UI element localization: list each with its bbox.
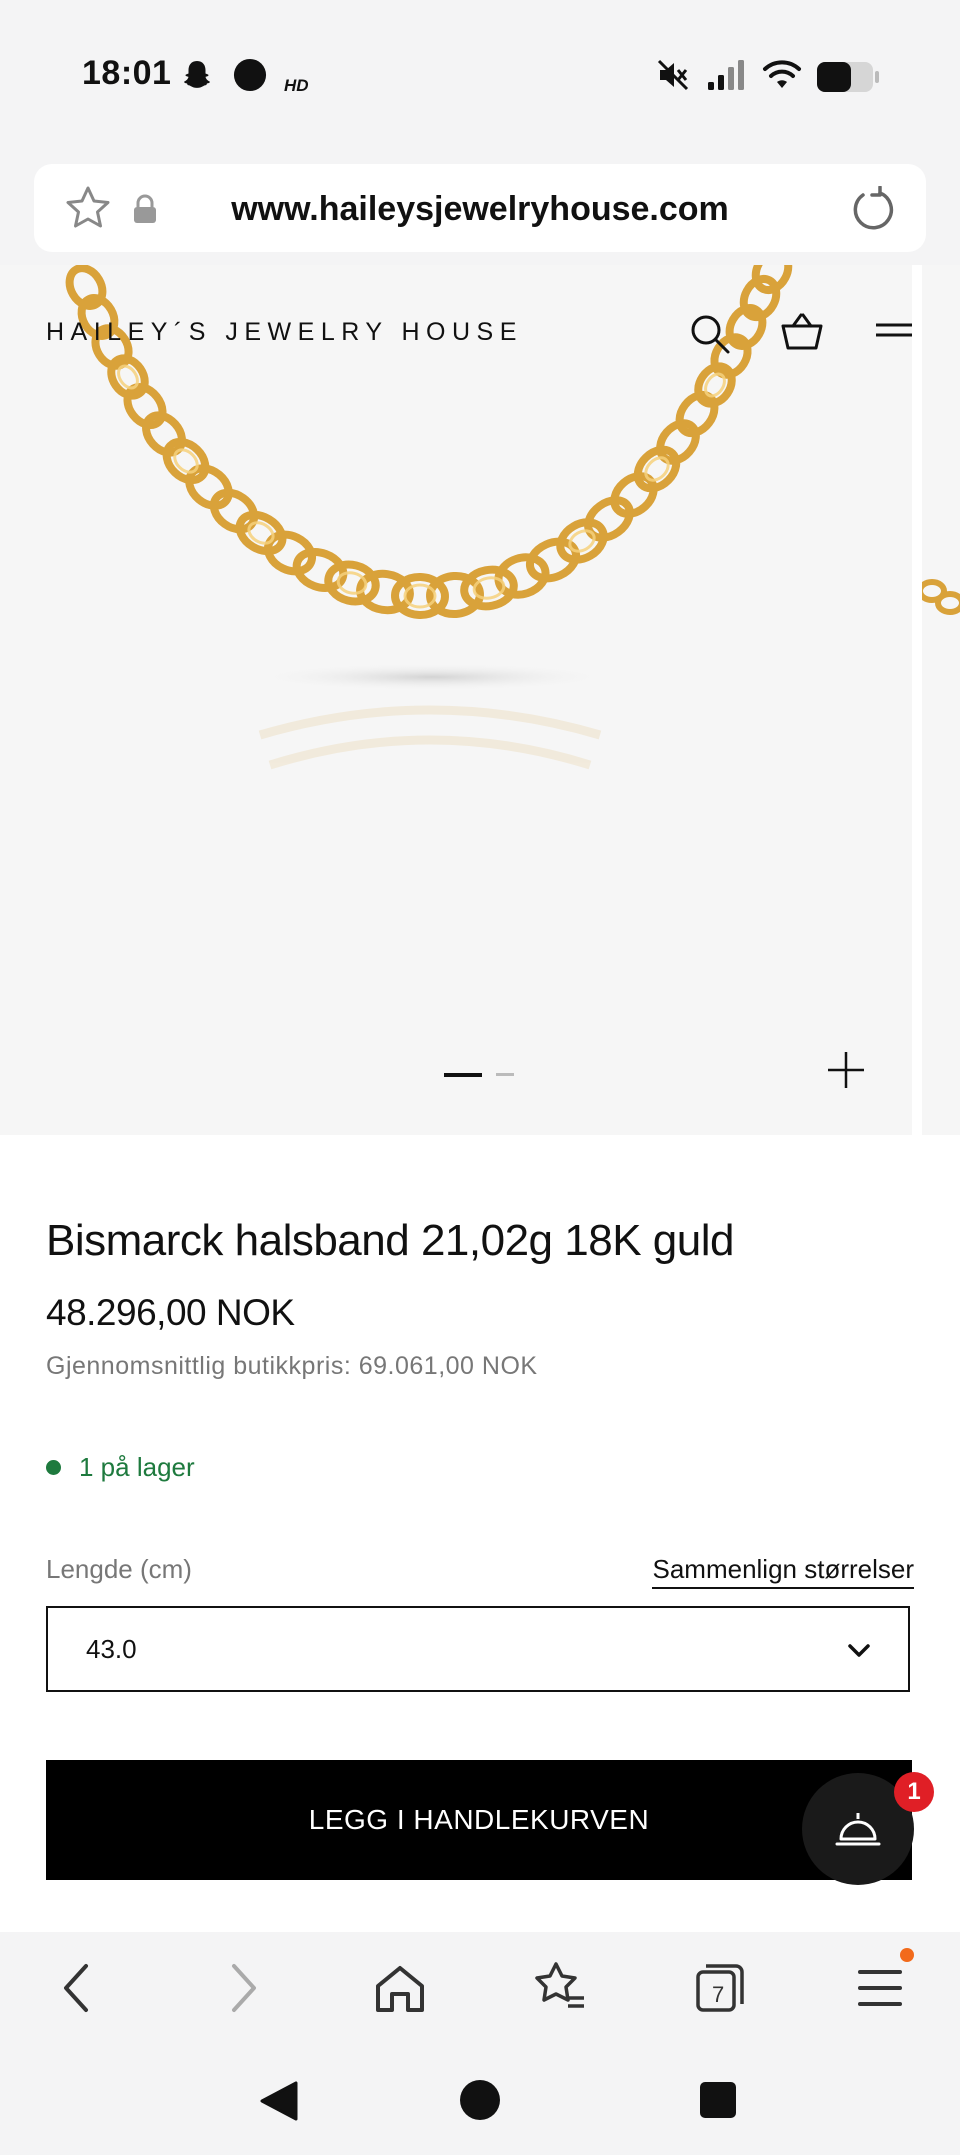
url-bar[interactable]: www.haileysjewelryhouse.com [34,164,926,252]
zoom-plus-icon[interactable] [826,1050,866,1090]
tab-count: 7 [712,1982,725,2007]
battery-icon [817,62,879,92]
stock-status: 1 på lager [46,1452,195,1483]
system-back-icon[interactable] [258,2080,300,2122]
next-image-peek[interactable] [922,265,960,1135]
next-chain-image [922,579,960,615]
product-title: Bismarck halsband 21,02g 18K guld [46,1216,734,1265]
snapchat-icon [184,61,210,88]
svg-text:HD: HD [284,76,309,95]
stock-dot-icon [46,1459,61,1475]
circle-icon [233,58,267,92]
mute-icon [657,59,689,91]
system-home-icon[interactable] [458,2078,502,2122]
product-image-gallery[interactable] [0,265,912,1135]
browser-menu-icon[interactable] [852,1960,908,2016]
compare-sizes-link[interactable]: Sammenlign størrelser [652,1554,914,1589]
browser-bottom-bar: 7 [0,1932,960,2042]
gold-chain-necklace-image [65,265,793,770]
length-label: Lengde (cm) [46,1554,192,1584]
average-store-price: Gjennomsnittlig butikkpris: 69.061,00 NO… [46,1352,538,1380]
home-icon[interactable] [372,1960,428,2016]
status-bar: 18:01 HD [0,0,960,150]
product-price: 48.296,00 NOK [46,1292,295,1333]
hd-icon: HD [284,76,309,95]
gallery-dot[interactable] [496,1073,514,1076]
back-icon[interactable] [50,1960,106,2016]
search-icon[interactable] [688,312,732,356]
browser-toolbar: www.haileysjewelryhouse.com [0,150,960,265]
basket-icon[interactable] [780,312,824,352]
site-logo[interactable]: HAILEY´S JEWELRY HOUSE [46,318,523,347]
bookmarks-icon[interactable] [532,1960,588,2016]
service-bell-icon [835,1813,881,1846]
add-to-cart-button[interactable]: LEGG I HANDLEKURVEN [46,1760,912,1880]
wifi-icon [763,60,801,88]
forward-icon[interactable] [214,1960,270,2016]
signal-icon [708,60,744,90]
reload-icon[interactable] [850,186,896,232]
stock-text: 1 på lager [79,1452,195,1482]
system-recents-icon[interactable] [698,2080,738,2120]
chat-unread-badge: 1 [894,1772,934,1812]
system-navigation-bar [0,2042,960,2155]
menu-notification-dot [900,1948,914,1962]
menu-icon[interactable] [874,320,914,344]
gallery-dot-active[interactable] [444,1073,482,1077]
url-text: www.haileysjewelryhouse.com [231,190,729,228]
chevron-down-icon [848,1644,870,1657]
length-select[interactable]: 43.0 [46,1606,910,1692]
length-select-value: 43.0 [86,1634,137,1664]
status-time: 18:01 [82,54,172,92]
